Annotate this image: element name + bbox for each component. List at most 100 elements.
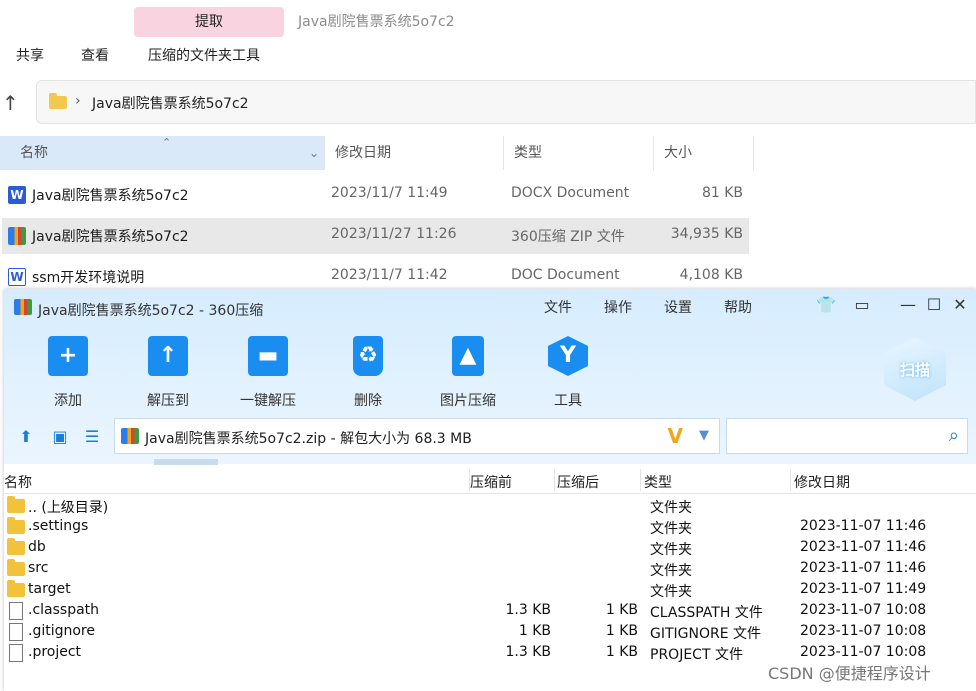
entry-modified: 2023-11-07 10:08 <box>800 644 927 660</box>
zip-window-title: Java剧院售票系统5o7c2 - 360压缩 <box>38 303 264 319</box>
archive-row[interactable]: db 文件夹 2023-11-07 11:46 <box>4 538 976 559</box>
column-divider[interactable] <box>554 469 555 491</box>
skin-icon[interactable]: 👕 <box>816 295 836 315</box>
entry-modified: 2023-11-07 11:46 <box>800 539 927 555</box>
menu-settings[interactable]: 设置 <box>664 297 692 317</box>
list-view-icon[interactable]: ☰ <box>82 427 102 447</box>
tools-icon: Y <box>548 336 588 376</box>
archive-path-text: Java剧院售票系统5o7c2.zip - 解包大小为 68.3 MB <box>145 431 472 447</box>
archive-list-header: 名称 压缩前 压缩后 类型 修改日期 <box>4 469 976 494</box>
archive-search-input[interactable]: ⌕ <box>726 418 968 454</box>
file-list-header: ⌃ 名称 ⌄ 修改日期 类型 大小 <box>0 136 754 170</box>
column-divider[interactable] <box>790 469 791 491</box>
file-type: DOC Document <box>511 267 620 283</box>
entry-name: target <box>28 581 71 597</box>
entry-type: PROJECT 文件 <box>650 647 743 663</box>
entry-modified: 2023-11-07 10:08 <box>800 602 927 618</box>
archive-row[interactable]: src 文件夹 2023-11-07 11:46 <box>4 559 976 580</box>
close-icon[interactable]: ✕ <box>950 295 970 315</box>
file-modified: 2023/11/7 11:42 <box>331 267 448 283</box>
recycle-bin-icon: ♻ <box>353 336 383 376</box>
column-divider[interactable] <box>640 469 641 491</box>
column-header-before[interactable]: 压缩前 <box>470 472 512 492</box>
image-compress-button[interactable]: ▲ 图片压缩 <box>428 336 508 410</box>
folder-icon <box>7 559 25 576</box>
entry-name: .project <box>28 644 82 660</box>
column-header-modified[interactable]: 修改日期 <box>794 472 850 492</box>
add-button[interactable]: + 添加 <box>28 336 108 410</box>
dropdown-arrow-icon[interactable]: ▼ <box>699 428 709 443</box>
delete-button-label: 删除 <box>354 393 382 409</box>
column-header-size[interactable]: 大小 <box>654 136 754 170</box>
tools-button[interactable]: Y 工具 <box>528 336 608 410</box>
file-size: 81 KB <box>701 185 743 201</box>
scan-button[interactable]: 扫描 <box>884 337 946 401</box>
entry-size-before: 1 KB <box>518 623 551 639</box>
entry-name: src <box>28 560 49 576</box>
zip-archive-icon <box>8 227 26 245</box>
column-header-after[interactable]: 压缩后 <box>557 472 599 492</box>
address-path: Java剧院售票系统5o7c2 <box>92 96 249 112</box>
entry-type: 文件夹 <box>650 542 692 558</box>
column-header-name[interactable]: 名称 <box>4 472 32 492</box>
horizontal-scrollbar[interactable] <box>154 459 218 465</box>
entry-name: .settings <box>28 518 89 534</box>
file-size: 4,108 KB <box>679 267 743 283</box>
image-compress-button-label: 图片压缩 <box>440 393 496 409</box>
file-row[interactable]: W Java剧院售票系统5o7c2 2023/11/7 11:49 DOCX D… <box>2 177 749 213</box>
folder-icon <box>7 538 25 555</box>
folder-icon <box>7 496 25 513</box>
folder-icon <box>7 580 25 597</box>
extract-tab[interactable]: 提取 <box>134 7 284 37</box>
extract-to-button-label: 解压到 <box>147 393 189 409</box>
ribbon-tab-share[interactable]: 共享 <box>16 45 44 65</box>
zip-archive-icon <box>14 299 32 315</box>
extract-to-button[interactable]: ↑ 解压到 <box>128 336 208 410</box>
archive-row[interactable]: .. (上级目录) 文件夹 <box>4 496 976 517</box>
column-header-modified[interactable]: 修改日期 <box>324 136 504 170</box>
up-arrow-icon[interactable]: ↑ <box>2 90 22 116</box>
chevron-down-icon[interactable]: ⌄ <box>309 136 319 170</box>
archive-row[interactable]: .gitignore 1 KB 1 KB GITIGNORE 文件 2023-1… <box>4 622 976 643</box>
maximize-icon[interactable]: ☐ <box>924 295 944 315</box>
archive-row[interactable]: .settings 文件夹 2023-11-07 11:46 <box>4 517 976 538</box>
file-icon <box>9 623 23 641</box>
column-header-name[interactable]: ⌃ 名称 ⌄ <box>0 136 324 170</box>
delete-button[interactable]: ♻ 删除 <box>328 336 408 410</box>
one-click-extract-button[interactable]: ▬ 一键解压 <box>228 336 308 410</box>
folder-icon <box>49 93 67 109</box>
column-header-type[interactable]: 类型 <box>644 472 672 492</box>
ribbon-tab-view[interactable]: 查看 <box>81 45 109 65</box>
file-modified: 2023/11/7 11:49 <box>331 185 448 201</box>
file-row[interactable]: Java剧院售票系统5o7c2 2023/11/27 11:26 360压缩 Z… <box>2 218 749 254</box>
file-name: Java剧院售票系统5o7c2 <box>32 188 189 204</box>
feedback-icon[interactable]: ▭ <box>852 295 872 315</box>
column-header-type[interactable]: 类型 <box>504 136 654 170</box>
entry-type: 文件夹 <box>650 500 692 516</box>
scan-button-label: 扫描 <box>899 361 930 379</box>
entry-name: db <box>28 539 46 555</box>
archive-row[interactable]: .classpath 1.3 KB 1 KB CLASSPATH 文件 2023… <box>4 601 976 622</box>
thumbnail-view-icon[interactable]: ▣ <box>50 427 70 447</box>
entry-name: .classpath <box>28 602 100 618</box>
word-doc-icon: W <box>8 186 26 204</box>
menu-operate[interactable]: 操作 <box>604 297 632 317</box>
file-icon <box>9 644 23 662</box>
minimize-icon[interactable]: — <box>898 295 918 315</box>
address-bar[interactable]: › Java剧院售票系统5o7c2 <box>36 80 976 124</box>
explorer-window-title: Java剧院售票系统5o7c2 <box>298 14 455 30</box>
zip-archive-icon <box>121 428 139 444</box>
file-icon <box>9 602 23 620</box>
up-level-icon[interactable]: ⬆ <box>16 427 36 447</box>
entry-size-before: 1.3 KB <box>505 602 552 618</box>
ribbon-tab-compressed-folder-tools[interactable]: 压缩的文件夹工具 <box>148 45 260 65</box>
chevron-right-icon: › <box>75 93 81 109</box>
entry-modified: 2023-11-07 11:46 <box>800 518 927 534</box>
menu-file[interactable]: 文件 <box>544 297 572 317</box>
archive-path-bar[interactable]: Java剧院售票系统5o7c2.zip - 解包大小为 68.3 MB V ▼ <box>114 418 720 454</box>
file-modified: 2023/11/27 11:26 <box>331 226 457 242</box>
zip-archive-window: Java剧院售票系统5o7c2 - 360压缩 文件 操作 设置 帮助 👕 ▭ … <box>4 289 976 691</box>
menu-help[interactable]: 帮助 <box>724 297 752 317</box>
search-icon[interactable]: ⌕ <box>949 425 959 446</box>
archive-row[interactable]: target 文件夹 2023-11-07 11:49 <box>4 580 976 601</box>
